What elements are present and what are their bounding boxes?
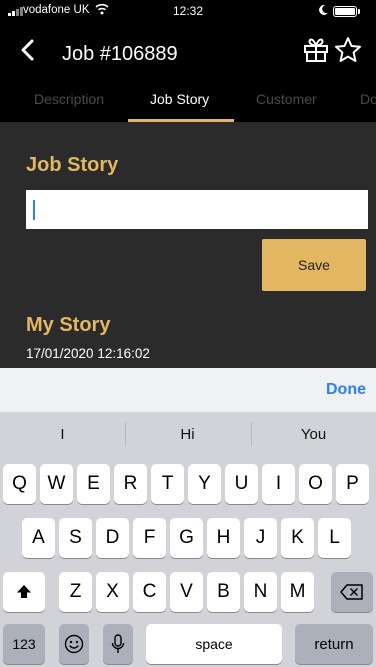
battery-icon — [333, 6, 357, 17]
key-p[interactable]: P — [336, 464, 369, 504]
key-r[interactable]: R — [114, 464, 147, 504]
do-not-disturb-icon — [319, 4, 328, 15]
key-t[interactable]: T — [151, 464, 184, 504]
done-button[interactable]: Done — [326, 381, 366, 399]
key-k[interactable]: K — [281, 518, 314, 558]
key-b[interactable]: B — [207, 572, 240, 612]
tab-description[interactable]: Description — [34, 91, 104, 107]
job-story-panel: Job Story Save My Story 17/01/2020 12:16… — [0, 122, 376, 368]
prediction-1[interactable]: I — [0, 426, 125, 443]
key-s[interactable]: S — [59, 518, 92, 558]
job-story-input[interactable] — [26, 190, 368, 229]
story-entry-date: 17/01/2020 12:16:02 — [26, 346, 150, 361]
job-story-heading: Job Story — [26, 154, 119, 176]
key-d[interactable]: D — [96, 518, 129, 558]
page-title: Job #106889 — [62, 43, 178, 65]
delete-key[interactable] — [331, 572, 373, 612]
star-icon[interactable] — [333, 35, 363, 65]
space-key[interactable]: space — [146, 624, 282, 664]
my-story-heading: My Story — [26, 314, 111, 336]
tab-bar: Description Job Story Customer Do — [0, 82, 376, 122]
shift-key[interactable] — [3, 572, 45, 612]
key-y[interactable]: Y — [188, 464, 221, 504]
keyboard: Done I Hi You Q W E R T Y U I O P A S D … — [0, 368, 376, 667]
dictation-key[interactable] — [103, 624, 133, 664]
prediction-2[interactable]: Hi — [125, 426, 250, 443]
key-c[interactable]: C — [133, 572, 166, 612]
numbers-key[interactable]: 123 — [3, 624, 45, 664]
tab-documents[interactable]: Do — [360, 91, 376, 107]
emoji-icon — [64, 634, 84, 654]
back-button[interactable] — [18, 37, 40, 63]
key-z[interactable]: Z — [59, 572, 92, 612]
save-button[interactable]: Save — [262, 239, 366, 291]
key-q[interactable]: Q — [3, 464, 36, 504]
shift-icon — [17, 585, 31, 598]
text-cursor — [33, 200, 35, 220]
return-key[interactable]: return — [295, 624, 373, 664]
key-w[interactable]: W — [40, 464, 73, 504]
key-l[interactable]: L — [318, 518, 351, 558]
keyboard-toolbar: Done — [0, 368, 376, 412]
key-g[interactable]: G — [170, 518, 203, 558]
tab-job-story[interactable]: Job Story — [150, 91, 209, 107]
prediction-3[interactable]: You — [251, 426, 376, 443]
nav-bar: Job #106889 — [0, 22, 376, 82]
key-v[interactable]: V — [170, 572, 203, 612]
key-f[interactable]: F — [133, 518, 166, 558]
microphone-icon — [111, 634, 125, 653]
key-h[interactable]: H — [207, 518, 240, 558]
key-o[interactable]: O — [299, 464, 332, 504]
battery-tip — [358, 9, 360, 14]
key-x[interactable]: X — [96, 572, 129, 612]
key-e[interactable]: E — [77, 464, 110, 504]
key-n[interactable]: N — [244, 572, 277, 612]
gift-icon[interactable] — [302, 36, 330, 64]
tab-customer[interactable]: Customer — [256, 91, 317, 107]
emoji-key[interactable] — [59, 624, 89, 664]
backspace-icon — [340, 584, 363, 600]
predictive-text-bar: I Hi You — [0, 412, 376, 456]
key-j[interactable]: J — [244, 518, 277, 558]
key-u[interactable]: U — [225, 464, 258, 504]
key-i[interactable]: I — [262, 464, 295, 504]
status-bar: vodafone UK 12:32 — [0, 0, 376, 22]
key-m[interactable]: M — [281, 572, 314, 612]
key-a[interactable]: A — [22, 518, 55, 558]
